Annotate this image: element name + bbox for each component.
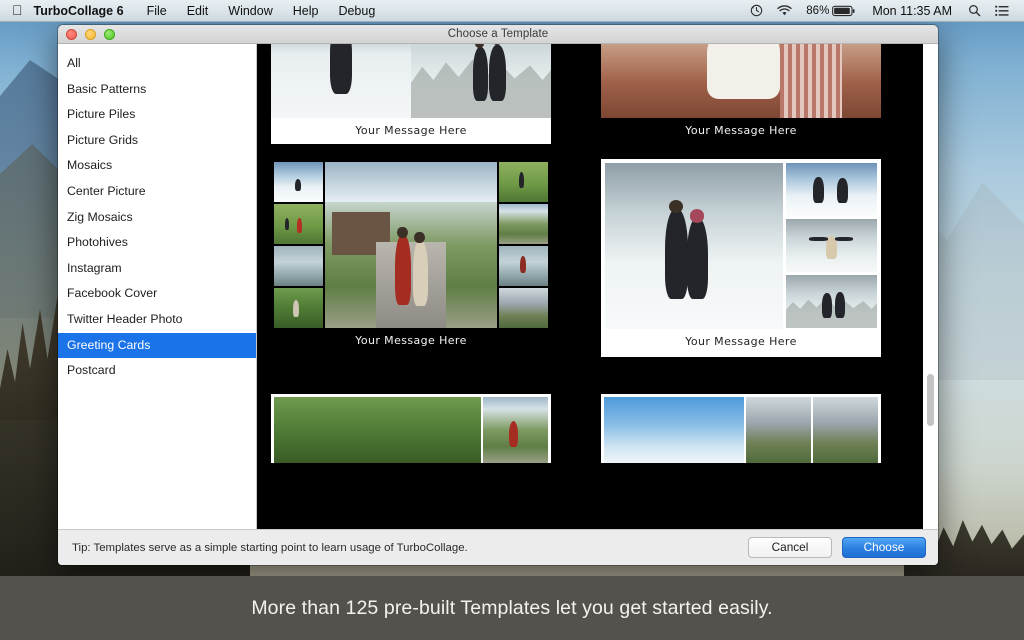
photo-snow-couple-trees	[411, 44, 551, 118]
dialog-body: All Basic Patterns Picture Piles Picture…	[58, 44, 938, 529]
menu-item-debug[interactable]: Debug	[328, 0, 385, 22]
footer-buttons: Cancel Choose	[748, 537, 926, 558]
photo-waterfall	[499, 288, 548, 328]
template-card-2-caption: Your Message Here	[685, 124, 797, 137]
sidebar-item-picture-piles[interactable]: Picture Piles	[58, 102, 256, 128]
photo-snow-couple-large	[605, 163, 783, 329]
sidebar-item-center-picture[interactable]: Center Picture	[58, 179, 256, 205]
menu-item-help[interactable]: Help	[283, 0, 329, 22]
photo-fence-couple	[499, 162, 548, 202]
photo-child-chair	[601, 44, 881, 118]
menu-bar:  TurboCollage 6 File Edit Window Help D…	[0, 0, 1024, 22]
template-gallery-content: Your Message Here Your Message Here Your…	[257, 44, 938, 529]
template-card-1[interactable]: Your Message Here	[271, 44, 551, 144]
template-card-1-caption: Your Message Here	[355, 124, 467, 137]
template-card-1-photos	[271, 44, 551, 118]
sidebar-item-instagram[interactable]: Instagram	[58, 256, 256, 282]
template-card-5-photos	[274, 397, 548, 463]
menu-item-file[interactable]: File	[137, 0, 177, 22]
promo-caption-text: More than 125 pre-built Templates let yo…	[251, 596, 773, 619]
template-card-4[interactable]: Your Message Here	[601, 159, 881, 357]
photo-misty-peak	[746, 397, 812, 463]
apple-logo-icon[interactable]: 	[10, 3, 32, 19]
template-card-4-right-column	[785, 163, 877, 329]
menu-bar-status-area: 86% Mon 11:35 AM	[743, 0, 1024, 22]
photo-snow-arms-up	[785, 219, 877, 272]
promo-caption-band: More than 125 pre-built Templates let yo…	[0, 576, 1024, 640]
photo-snow-jump	[271, 44, 411, 118]
photo-meadow-arms	[274, 204, 323, 244]
menu-item-edit[interactable]: Edit	[177, 0, 219, 22]
template-row-3	[271, 394, 916, 463]
template-card-3-right-column	[499, 162, 548, 328]
photo-path-walker	[482, 397, 548, 463]
photo-green-hillside	[274, 397, 481, 463]
time-machine-icon[interactable]	[743, 4, 770, 17]
gallery-scrollbar-track[interactable]	[923, 44, 938, 529]
choose-template-dialog: Choose a Template All Basic Patterns Pic…	[58, 25, 938, 565]
photo-river-man	[499, 246, 548, 286]
search-icon[interactable]	[961, 4, 988, 17]
photo-snow-two-people	[785, 275, 877, 328]
menu-app-name[interactable]: TurboCollage 6	[32, 0, 137, 22]
template-row-1: Your Message Here Your Message Here	[271, 44, 916, 144]
template-card-3-left-column	[274, 162, 323, 328]
choose-button[interactable]: Choose	[842, 537, 926, 558]
battery-status[interactable]: 86%	[799, 0, 863, 22]
photo-snow-highfive	[785, 163, 877, 216]
menu-item-window[interactable]: Window	[218, 0, 282, 22]
sidebar-item-basic-patterns[interactable]: Basic Patterns	[58, 77, 256, 103]
battery-percent-label: 86%	[806, 4, 830, 17]
dialog-title: Choose a Template	[447, 28, 549, 40]
sidebar-item-greeting-cards[interactable]: Greeting Cards	[58, 332, 256, 359]
template-card-3-photos	[274, 162, 548, 328]
footer-tip-text: Tip: Templates serve as a simple startin…	[72, 541, 468, 554]
screen:  TurboCollage 6 File Edit Window Help D…	[0, 0, 1024, 640]
template-card-2[interactable]: Your Message Here	[601, 44, 881, 144]
menu-bar-left:  TurboCollage 6 File Edit Window Help D…	[0, 0, 385, 22]
template-card-5[interactable]	[271, 394, 551, 463]
sidebar-item-postcard[interactable]: Postcard	[58, 358, 256, 384]
cancel-button[interactable]: Cancel	[748, 537, 832, 558]
photo-bridge-walk	[274, 288, 323, 328]
template-card-3-caption: Your Message Here	[355, 334, 467, 347]
gallery-scrollbar-thumb[interactable]	[927, 374, 934, 426]
template-card-2-photos	[601, 44, 881, 118]
photo-village-field	[499, 204, 548, 244]
sidebar-item-facebook-cover[interactable]: Facebook Cover	[58, 281, 256, 307]
photo-pond	[274, 246, 323, 286]
sidebar-item-photohives[interactable]: Photohives	[58, 230, 256, 256]
battery-icon	[832, 5, 855, 16]
dialog-title-bar: Choose a Template	[58, 25, 938, 44]
dialog-footer: Tip: Templates serve as a simple startin…	[58, 529, 938, 565]
sidebar-item-twitter-header-photo[interactable]: Twitter Header Photo	[58, 307, 256, 333]
photo-snow-slope	[274, 162, 323, 202]
template-card-3[interactable]: Your Message Here	[271, 159, 551, 357]
template-category-sidebar: All Basic Patterns Picture Piles Picture…	[58, 44, 257, 529]
photo-cliff-face	[813, 397, 878, 463]
photo-clouds	[604, 397, 745, 463]
notification-list-icon[interactable]	[988, 5, 1016, 17]
template-card-6[interactable]	[601, 394, 881, 463]
template-card-4-photos	[605, 163, 877, 329]
template-card-4-caption: Your Message Here	[685, 335, 797, 348]
sidebar-item-mosaics[interactable]: Mosaics	[58, 153, 256, 179]
template-gallery[interactable]: Your Message Here Your Message Here Your…	[257, 44, 938, 529]
sidebar-item-all[interactable]: All	[58, 51, 256, 77]
menu-bar-clock[interactable]: Mon 11:35 AM	[863, 4, 961, 18]
photo-alpine-road-couple	[324, 162, 498, 328]
sidebar-item-zig-mosaics[interactable]: Zig Mosaics	[58, 205, 256, 231]
sidebar-item-picture-grids[interactable]: Picture Grids	[58, 128, 256, 154]
template-row-2: Your Message Here Your Message Here	[271, 159, 916, 357]
wifi-icon[interactable]	[770, 4, 799, 17]
template-card-6-photos	[604, 397, 878, 463]
